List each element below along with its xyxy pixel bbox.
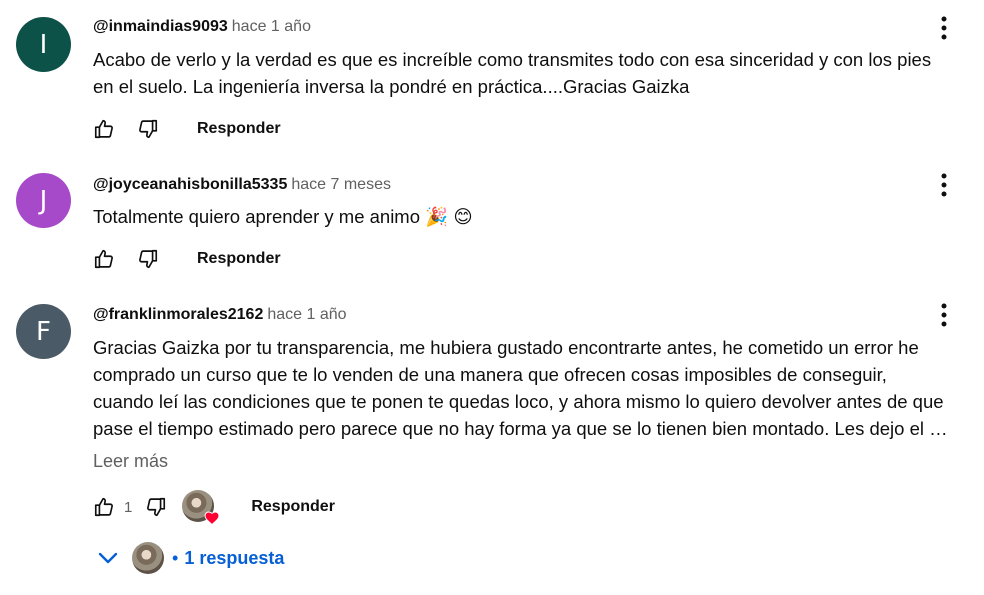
reply-button[interactable]: Responder (197, 250, 281, 268)
comment-actions: Responder (90, 245, 281, 273)
comment-line: Gracias Gaizka por tu transparencia, me … (93, 337, 919, 358)
comment-line: Acabo de verlo y la verdad es que es inc… (93, 49, 932, 70)
comment-line: en el suelo. La ingeniería inversa la po… (93, 76, 690, 97)
author-name[interactable]: @inmaindias9093 (93, 18, 228, 35)
thumbs-down-icon[interactable] (142, 493, 170, 521)
author-name[interactable]: @franklinmorales2162 (93, 306, 263, 323)
comment-line: comprado un curso que te lo venden de un… (93, 364, 887, 385)
view-replies-button[interactable]: • 1 respuesta (96, 540, 284, 576)
creator-heart-badge (182, 490, 220, 525)
thumbs-down-icon[interactable] (134, 245, 162, 273)
comment-line: pase el tiempo estimado pero parece que … (93, 418, 948, 439)
reply-author-avatar (132, 542, 164, 574)
comment-line: cuando leí las condiciones que te ponen … (93, 391, 944, 412)
separator-dot: • (172, 547, 179, 568)
more-vert-icon[interactable] (936, 16, 952, 40)
avatar[interactable]: F (16, 304, 71, 359)
read-more-link[interactable]: Leer más (93, 451, 168, 472)
reply-button[interactable]: Responder (197, 120, 281, 138)
comment-time[interactable]: hace 1 año (267, 306, 346, 323)
replies-count-label[interactable]: 1 respuesta (184, 548, 284, 569)
comment-time[interactable]: hace 1 año (232, 18, 311, 35)
thumbs-down-icon[interactable] (134, 115, 162, 143)
comment-header: @franklinmorales2162 hace 1 año (93, 306, 347, 324)
reply-button[interactable]: Responder (251, 498, 335, 516)
chevron-down-icon (98, 552, 118, 564)
like-count: 1 (124, 498, 133, 516)
comment-actions: Responder (90, 115, 281, 143)
comment-header: @joyceanahisbonilla5335 hace 7 meses (93, 176, 391, 194)
comment-text: Acabo de verlo y la verdad es que es inc… (93, 46, 973, 100)
comment-header: @inmaindias9093 hace 1 año (93, 18, 311, 36)
comment-text: Totalmente quiero aprender y me animo 🎉 … (93, 203, 973, 230)
avatar-letter: F (36, 316, 51, 347)
thumbs-up-icon[interactable] (90, 115, 118, 143)
more-vert-icon[interactable] (936, 303, 952, 327)
comment-text: Gracias Gaizka por tu transparencia, me … (93, 334, 973, 442)
comment-line: Totalmente quiero aprender y me animo 🎉 … (93, 206, 473, 227)
thumbs-up-icon[interactable] (90, 493, 118, 521)
author-name[interactable]: @joyceanahisbonilla5335 (93, 176, 287, 193)
more-vert-icon[interactable] (936, 173, 952, 197)
avatar[interactable]: I (16, 17, 71, 72)
comment-time[interactable]: hace 7 meses (291, 176, 391, 193)
comment-actions: 1 Responder (90, 490, 335, 525)
thumbs-up-icon[interactable] (90, 245, 118, 273)
avatar-letter: J (39, 185, 48, 216)
heart-icon (204, 511, 220, 525)
avatar-letter: I (39, 29, 48, 60)
avatar[interactable]: J (16, 173, 71, 228)
